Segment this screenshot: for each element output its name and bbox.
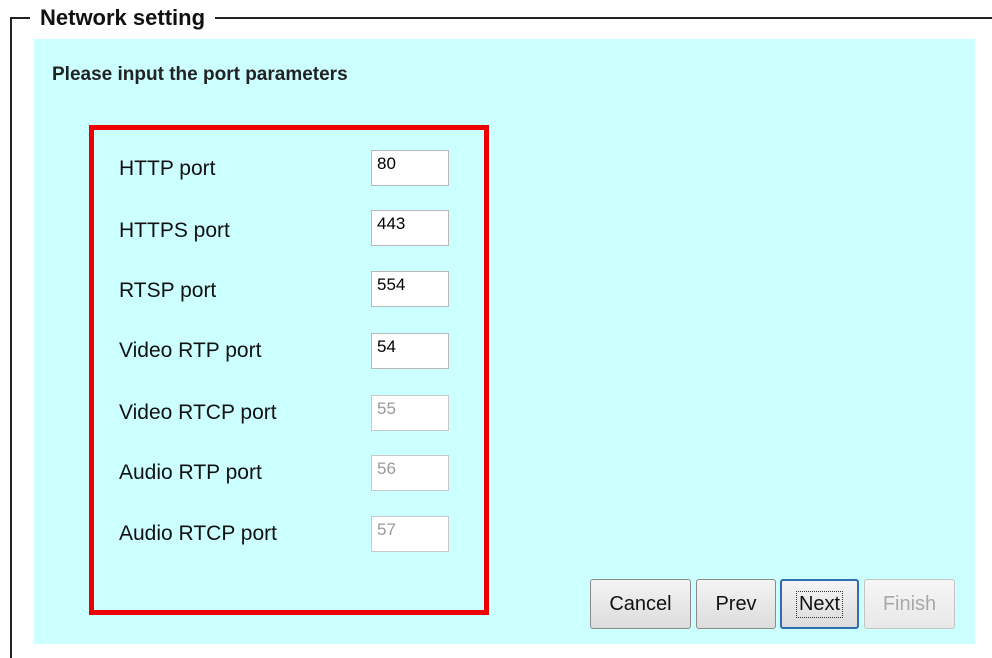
- next-button-label: Next: [795, 590, 844, 618]
- rtsp-port-input[interactable]: [371, 271, 449, 307]
- video-rtp-port-label: Video RTP port: [119, 339, 262, 362]
- cancel-button[interactable]: Cancel: [590, 579, 691, 629]
- next-button[interactable]: Next: [780, 579, 859, 629]
- video-rtcp-port-label: Video RTCP port: [119, 401, 277, 424]
- http-port-input[interactable]: [371, 150, 449, 186]
- audio-rtp-port-input: [371, 455, 449, 491]
- fieldset-border-left: [10, 17, 12, 658]
- finish-button-label: Finish: [882, 592, 937, 615]
- audio-rtp-port-label: Audio RTP port: [119, 461, 262, 484]
- audio-rtcp-port-label: Audio RTCP port: [119, 522, 277, 545]
- prev-button[interactable]: Prev: [696, 579, 776, 629]
- fieldset-legend: Network setting: [30, 4, 216, 32]
- rtsp-port-label: RTSP port: [119, 279, 217, 302]
- audio-rtcp-port-input: [371, 516, 449, 552]
- video-rtp-port-input[interactable]: [371, 333, 449, 369]
- panel-heading: Please input the port parameters: [52, 64, 348, 85]
- https-port-input[interactable]: [371, 210, 449, 246]
- https-port-label: HTTPS port: [119, 219, 230, 242]
- http-port-label: HTTP port: [119, 157, 216, 180]
- finish-button: Finish: [864, 579, 955, 629]
- video-rtcp-port-input: [371, 395, 449, 431]
- prev-button-label: Prev: [715, 592, 757, 615]
- wizard-panel: Please input the port parameters HTTP po…: [34, 39, 975, 644]
- cancel-button-label: Cancel: [609, 592, 672, 615]
